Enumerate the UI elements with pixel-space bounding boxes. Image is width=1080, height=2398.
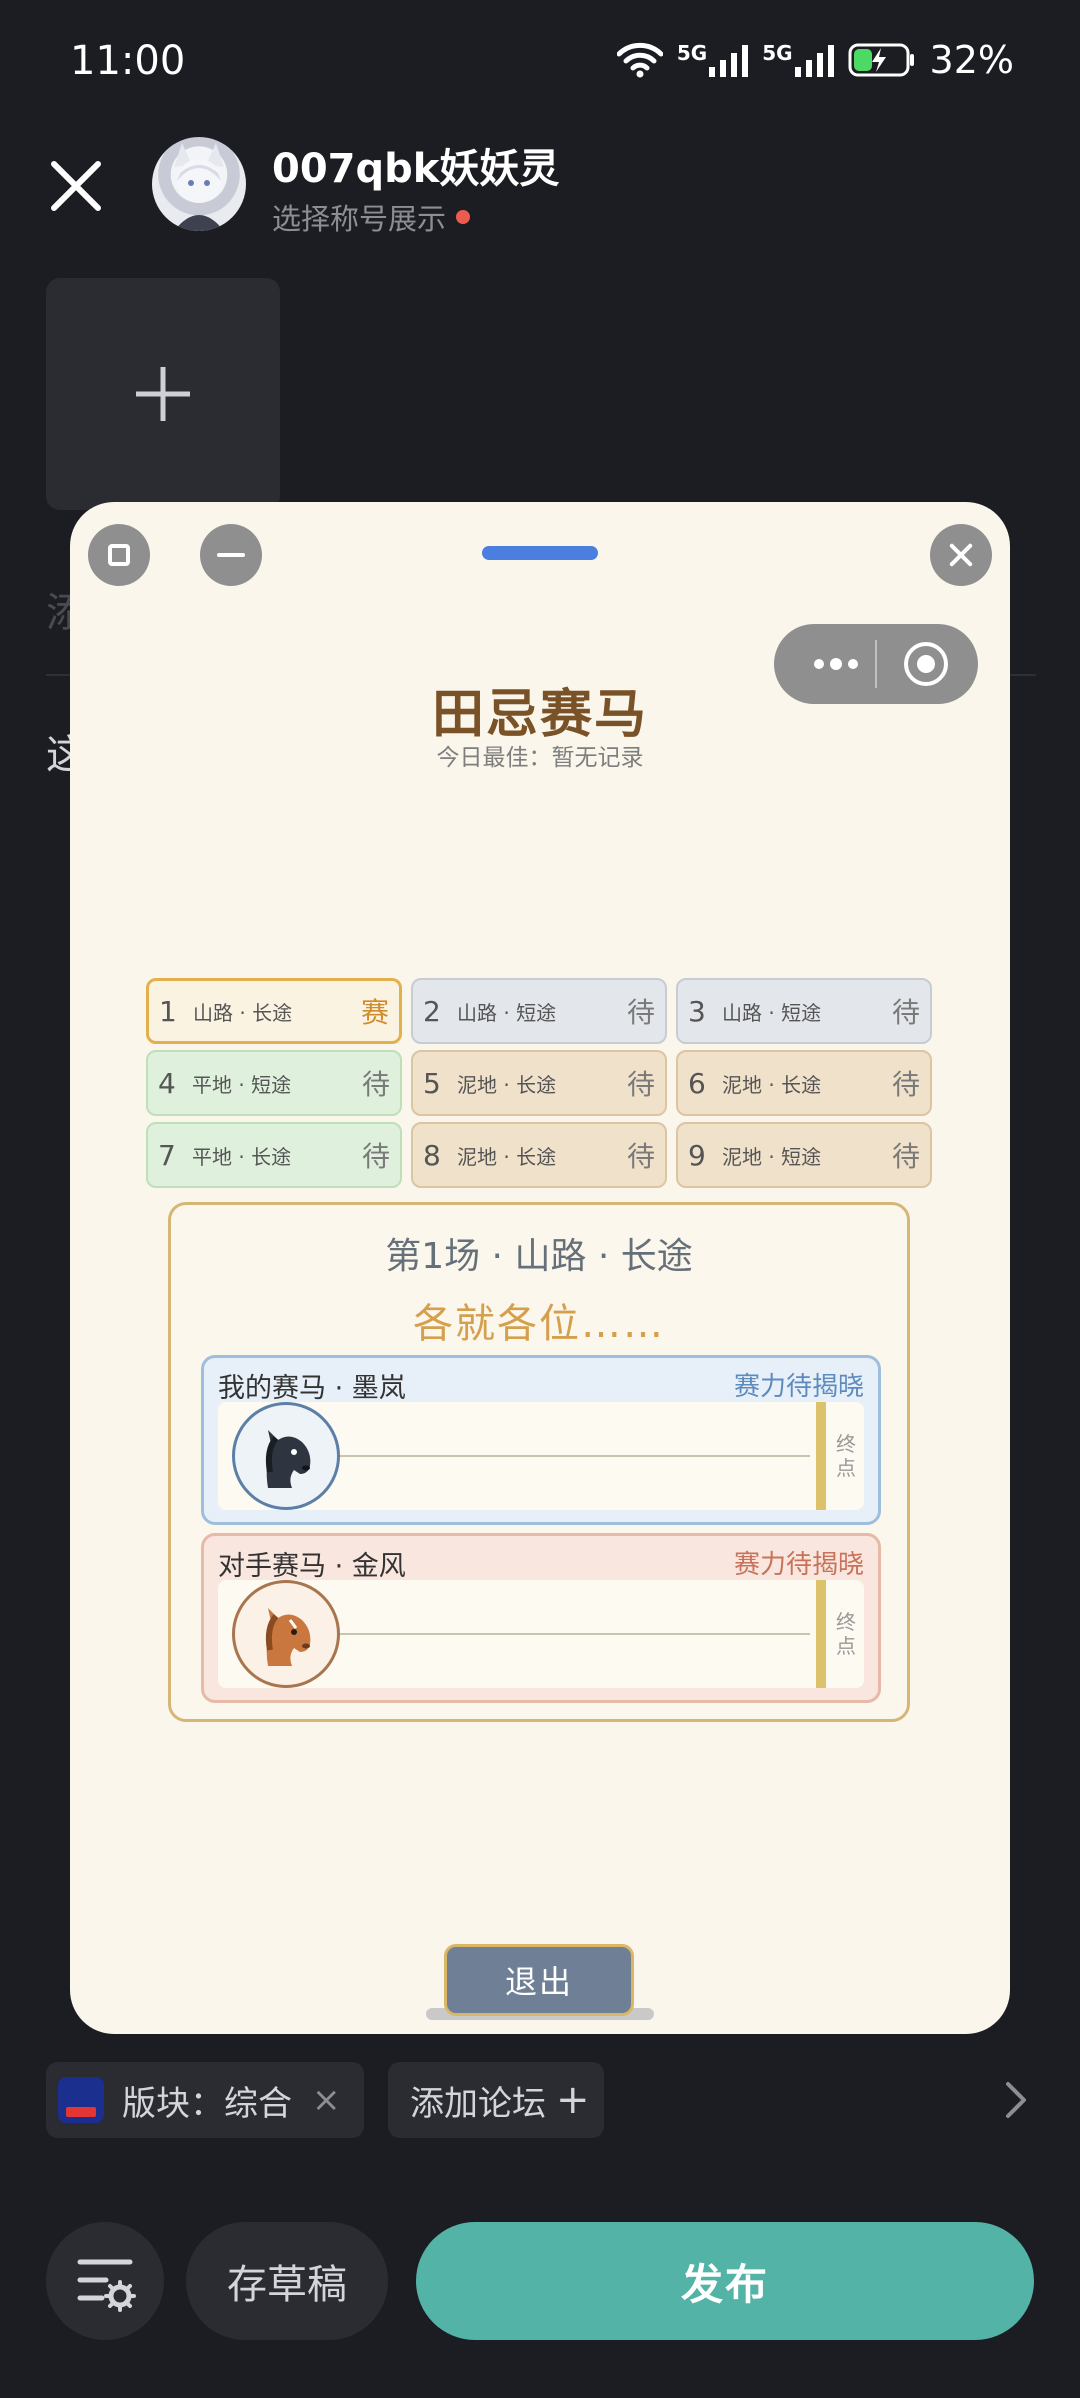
maximize-button[interactable] xyxy=(88,524,150,586)
save-draft-button[interactable]: 存草稿 xyxy=(186,2222,388,2340)
add-image-button[interactable] xyxy=(46,278,280,510)
network-label-2: 5G xyxy=(762,41,793,65)
race-desc: 平地 · 长途 xyxy=(192,1144,292,1169)
race-number: 9 xyxy=(688,1138,706,1172)
race-status: 待 xyxy=(891,1068,920,1101)
battery-percent: 32% xyxy=(929,38,1014,82)
my-horse-power: 赛力待揭晓 xyxy=(733,1372,864,1402)
race-item-8[interactable]: 8 泥地 · 长途 待 xyxy=(411,1122,667,1188)
my-horse-lane: 我的赛马 · 墨岚 赛力待揭晓 终点 xyxy=(201,1355,881,1525)
publish-button[interactable]: 发布 xyxy=(416,2222,1034,2340)
race-title: 第1场 · 山路 · 长途 xyxy=(385,1236,693,1277)
race-item-3[interactable]: 3 山路 · 短途 待 xyxy=(676,978,932,1044)
race-desc: 泥地 · 长途 xyxy=(457,1072,557,1097)
close-window-button[interactable] xyxy=(930,524,992,586)
race-number: 4 xyxy=(158,1066,176,1100)
race-status: 待 xyxy=(891,1140,920,1173)
race-number: 2 xyxy=(423,994,441,1028)
status-icons: 5G 5G 32% xyxy=(616,38,1014,82)
exit-button[interactable]: 退出 xyxy=(444,1944,634,2016)
best-record: 今日最佳：暂无记录 xyxy=(436,745,644,771)
network-label-1: 5G xyxy=(676,41,708,65)
my-horse-name: 我的赛马 · 墨岚 xyxy=(218,1373,406,1404)
close-icon[interactable] xyxy=(50,160,102,212)
race-track: 终点 xyxy=(218,1580,864,1688)
race-status: 赛 xyxy=(360,996,389,1029)
race-status: 待 xyxy=(626,1140,655,1173)
post-settings-button[interactable] xyxy=(46,2222,164,2340)
brown-horse-icon xyxy=(232,1580,340,1688)
race-number: 6 xyxy=(688,1066,706,1100)
race-desc: 山路 · 长途 xyxy=(193,1000,293,1025)
track-line xyxy=(330,1455,810,1457)
drag-handle[interactable] xyxy=(482,546,598,560)
finish-line xyxy=(816,1402,826,1510)
mini-program-window: 田忌赛马 今日最佳：暂无记录 1 山路 · 长途赛 2 山路 · 短途待 3 山路 ·… xyxy=(70,502,1010,2034)
race-item-1[interactable]: 1 山路 · 长途 赛 xyxy=(146,978,402,1044)
battery-icon xyxy=(848,43,914,77)
black-horse-icon xyxy=(232,1402,340,1510)
game-title: 田忌赛马 xyxy=(431,685,648,745)
title-selector-label: 选择称号展示 xyxy=(272,202,447,236)
plus-icon: + xyxy=(556,2077,590,2123)
race-grid: 1 山路 · 长途赛 2 山路 · 短途待 3 山路 · 短途待 4 平地 · 短途待 … xyxy=(146,978,932,1188)
race-item-2[interactable]: 2 山路 · 短途 待 xyxy=(411,978,667,1044)
race-status: 待 xyxy=(626,996,655,1029)
username: 007qbk妖妖灵 xyxy=(272,146,560,192)
status-time: 11:00 xyxy=(70,38,186,84)
board-chip[interactable]: 版块：综合 × xyxy=(46,2062,364,2138)
notification-dot xyxy=(456,210,471,224)
race-number: 1 xyxy=(159,994,177,1028)
race-number: 3 xyxy=(688,994,706,1028)
finish-line xyxy=(816,1580,826,1688)
title-selector[interactable]: 选择称号展示 xyxy=(272,196,471,238)
status-bar: 11:00 5G 5G 32% xyxy=(0,0,1080,130)
race-desc: 泥地 · 长途 xyxy=(457,1144,557,1169)
add-forum-button[interactable]: 添加论坛 + xyxy=(388,2062,604,2138)
chevron-right-icon[interactable] xyxy=(996,2080,1036,2120)
race-desc: 山路 · 短途 xyxy=(457,1000,557,1025)
race-track: 终点 xyxy=(218,1402,864,1510)
race-status-text: 各就各位…… xyxy=(413,1301,665,1347)
race-number: 5 xyxy=(423,1066,441,1100)
race-panel: 第1场 · 山路 · 长途 各就各位…… 我的赛马 · 墨岚 赛力待揭晓 终点 xyxy=(168,1202,910,1722)
avatar-image xyxy=(174,143,224,231)
race-number: 8 xyxy=(423,1138,441,1172)
wifi-icon xyxy=(616,42,663,78)
race-item-5[interactable]: 5 泥地 · 长途 待 xyxy=(411,1050,667,1116)
race-item-7[interactable]: 7 平地 · 长途 待 xyxy=(146,1122,402,1188)
race-status: 待 xyxy=(626,1068,655,1101)
finish-label: 终点 xyxy=(836,1610,856,1658)
remove-board-icon[interactable]: × xyxy=(312,2080,341,2120)
add-forum-label: 添加论坛 xyxy=(410,2083,546,2124)
board-label: 版块：综合 xyxy=(122,2083,292,2124)
settings-list-icon xyxy=(77,2259,136,2312)
rival-horse-lane: 对手赛马 · 金风 赛力待揭晓 终点 xyxy=(201,1533,881,1703)
board-logo-icon xyxy=(58,2077,104,2123)
race-desc: 山路 · 短途 xyxy=(722,1000,822,1025)
finish-label: 终点 xyxy=(836,1432,856,1480)
race-number: 7 xyxy=(158,1138,176,1172)
rival-horse-name: 对手赛马 · 金风 xyxy=(218,1551,406,1582)
race-item-6[interactable]: 6 泥地 · 长途 待 xyxy=(676,1050,932,1116)
track-line xyxy=(330,1633,810,1635)
race-item-4[interactable]: 4 平地 · 短途 待 xyxy=(146,1050,402,1116)
race-status: 待 xyxy=(361,1140,390,1173)
signal-icon-2 xyxy=(794,43,834,77)
minimize-button[interactable] xyxy=(200,524,262,586)
race-status: 待 xyxy=(361,1068,390,1101)
avatar[interactable] xyxy=(152,137,246,231)
race-status: 待 xyxy=(891,996,920,1029)
signal-icon-1 xyxy=(709,43,749,77)
race-desc: 泥地 · 短途 xyxy=(722,1144,822,1169)
race-item-9[interactable]: 9 泥地 · 短途 待 xyxy=(676,1122,932,1188)
race-desc: 平地 · 短途 xyxy=(192,1072,292,1097)
rival-horse-power: 赛力待揭晓 xyxy=(733,1550,864,1580)
race-desc: 泥地 · 长途 xyxy=(722,1072,822,1097)
